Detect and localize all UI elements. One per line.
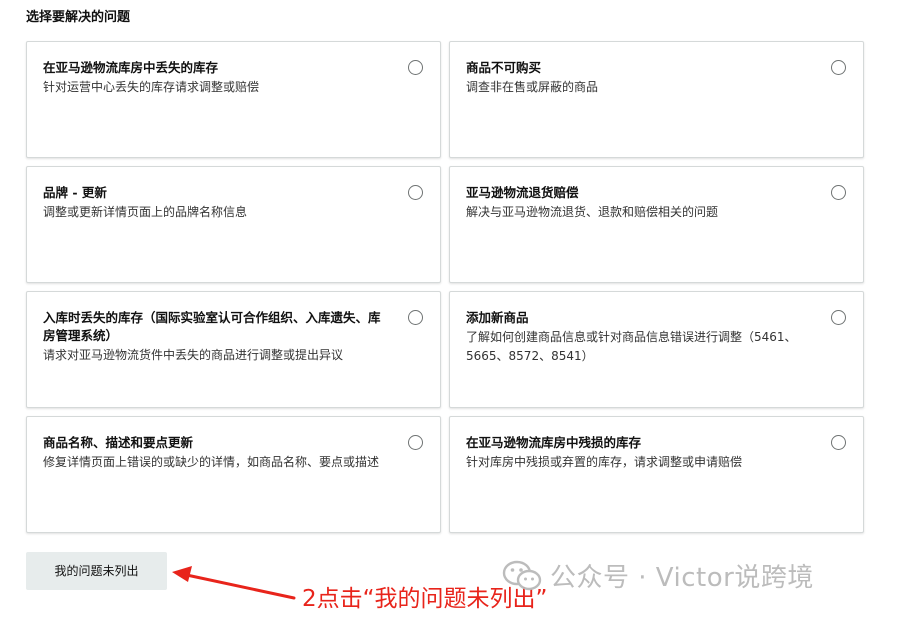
radio-button[interactable]	[408, 310, 423, 325]
option-card-lost-inventory-warehouse[interactable]: 在亚马逊物流库房中丢失的库存 针对运营中心丢失的库存请求调整或赔偿	[26, 41, 441, 158]
option-card-brand-update[interactable]: 品牌 - 更新 调整或更新详情页面上的品牌名称信息	[26, 166, 441, 283]
radio-button[interactable]	[831, 310, 846, 325]
option-card-damaged-inventory[interactable]: 在亚马逊物流库房中残损的库存 针对库房中残损或弃置的库存，请求调整或申请赔偿	[449, 416, 864, 533]
option-title: 在亚马逊物流库房中丢失的库存	[43, 60, 219, 75]
watermark: 公众号 · Victor说跨境	[502, 557, 814, 594]
option-description: 调查非在售或屏蔽的商品	[466, 80, 599, 94]
option-card-fba-returns[interactable]: 亚马逊物流退货赔偿 解决与亚马逊物流退货、退款和赔偿相关的问题	[449, 166, 864, 283]
page-heading: 选择要解决的问题	[26, 10, 131, 25]
wechat-icon	[502, 560, 542, 590]
option-description: 请求对亚马逊物流货件中丢失的商品进行调整或提出异议	[43, 348, 344, 362]
option-title: 品牌 - 更新	[43, 185, 107, 200]
radio-button[interactable]	[831, 185, 846, 200]
my-issue-not-listed-button[interactable]: 我的问题未列出	[26, 552, 167, 590]
radio-button[interactable]	[831, 435, 846, 450]
option-description: 了解如何创建商品信息或针对商品信息错误进行调整（5461、5665、8572、8…	[466, 330, 797, 363]
option-description: 修复详情页面上错误的或缺少的详情，如商品名称、要点或描述	[43, 455, 380, 469]
page: 选择要解决的问题 在亚马逊物流库房中丢失的库存 针对运营中心丢失的库存请求调整或…	[0, 0, 912, 624]
option-title: 入库时丢失的库存（国际实验室认可合作组织、入库遗失、库房管理系统）	[43, 310, 381, 343]
radio-button[interactable]	[408, 60, 423, 75]
annotation-arrow-icon	[172, 566, 296, 600]
option-title: 添加新商品	[466, 310, 529, 325]
option-card-listing-unavailable[interactable]: 商品不可购买 调查非在售或屏蔽的商品	[449, 41, 864, 158]
option-card-title-description-update[interactable]: 商品名称、描述和要点更新 修复详情页面上错误的或缺少的详情，如商品名称、要点或描…	[26, 416, 441, 533]
watermark-text: 公众号 · Victor说跨境	[550, 563, 814, 593]
option-title: 商品不可购买	[466, 60, 542, 75]
option-description: 调整或更新详情页面上的品牌名称信息	[43, 205, 248, 219]
radio-button[interactable]	[408, 185, 423, 200]
option-card-add-product[interactable]: 添加新商品 了解如何创建商品信息或针对商品信息错误进行调整（5461、5665、…	[449, 291, 864, 408]
option-title: 亚马逊物流退货赔偿	[466, 185, 579, 200]
option-description: 解决与亚马逊物流退货、退款和赔偿相关的问题	[466, 205, 719, 219]
radio-button[interactable]	[408, 435, 423, 450]
option-title: 商品名称、描述和要点更新	[43, 435, 194, 450]
radio-button[interactable]	[831, 60, 846, 75]
option-description: 针对运营中心丢失的库存请求调整或赔偿	[43, 80, 260, 94]
issue-options-grid: 在亚马逊物流库房中丢失的库存 针对运营中心丢失的库存请求调整或赔偿 商品不可购买…	[26, 41, 864, 533]
option-description: 针对库房中残损或弃置的库存，请求调整或申请赔偿	[466, 455, 743, 469]
option-title: 在亚马逊物流库房中残损的库存	[466, 435, 642, 450]
option-card-lost-inbound[interactable]: 入库时丢失的库存（国际实验室认可合作组织、入库遗失、库房管理系统） 请求对亚马逊…	[26, 291, 441, 408]
